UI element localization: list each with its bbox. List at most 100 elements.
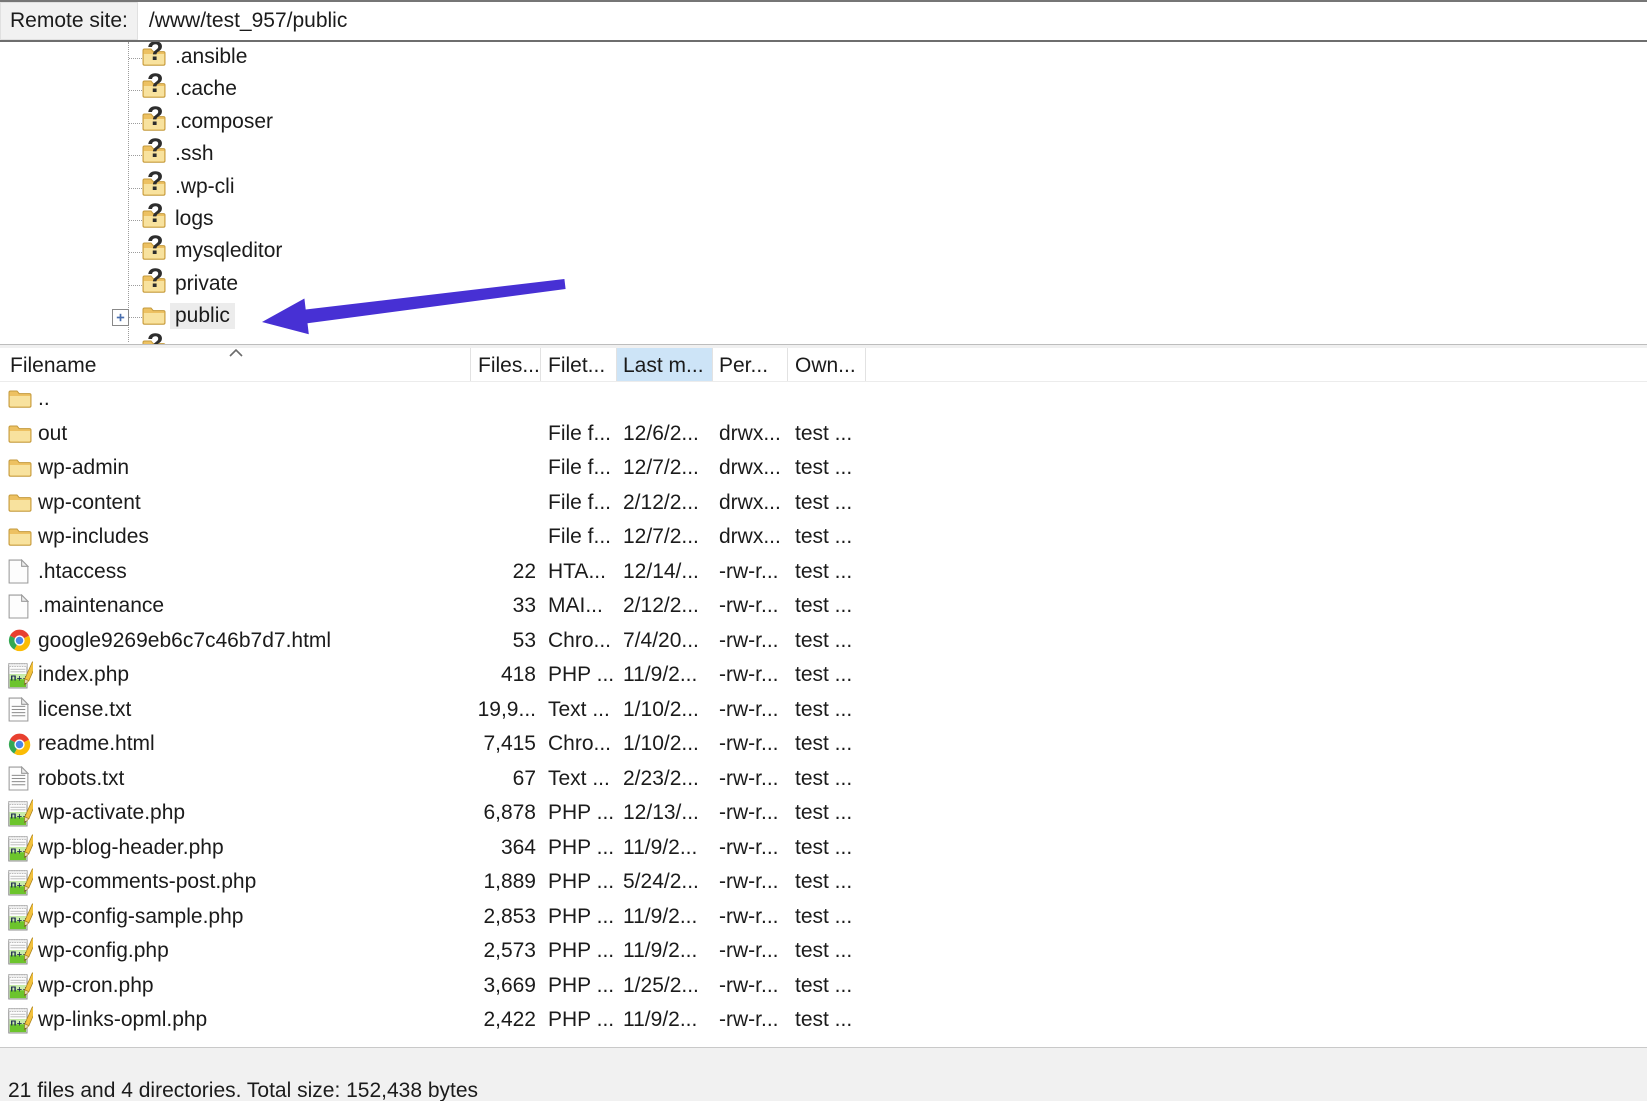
- folder-icon: [142, 306, 168, 328]
- permissions-cell: -rw-r...: [719, 629, 778, 653]
- filetype-cell: File f...: [548, 525, 611, 549]
- tree-item-private[interactable]: ? private: [0, 269, 1647, 302]
- file-row-..[interactable]: ..: [0, 382, 1647, 417]
- tree-item-.wp-cli[interactable]: ? .wp-cli: [0, 172, 1647, 205]
- folder-icon: [8, 493, 32, 513]
- permissions-cell: -rw-r...: [719, 1008, 778, 1032]
- file-row-wp-activate.php[interactable]: Π++ wp-activate.php 6,878 PHP ... 12/13/…: [0, 796, 1647, 831]
- filetype-cell: Text ...: [548, 767, 610, 791]
- filename-cell: .maintenance: [38, 594, 164, 618]
- file-row-readme.html[interactable]: readme.html 7,415 Chro... 1/10/2... -rw-…: [0, 727, 1647, 762]
- column-header-lastm[interactable]: Last m...: [623, 354, 704, 378]
- filetype-cell: PHP ...: [548, 1008, 614, 1032]
- chrome-icon: [8, 629, 31, 652]
- column-resize-handle[interactable]: [787, 348, 788, 381]
- column-header-own[interactable]: Own...: [795, 354, 856, 378]
- last-modified-cell: 12/7/2...: [623, 456, 699, 480]
- remote-site-path-input[interactable]: /www/test_957/public: [138, 2, 1647, 40]
- filesize-cell: 2,853: [428, 905, 536, 929]
- filesize-cell: 22: [428, 560, 536, 584]
- file-row-license.txt[interactable]: license.txt 19,9... Text ... 1/10/2... -…: [0, 693, 1647, 728]
- filetype-cell: Chro...: [548, 629, 611, 653]
- filetype-cell: PHP ...: [548, 870, 614, 894]
- owner-cell: test ...: [795, 525, 852, 549]
- expand-toggle-icon[interactable]: [112, 309, 129, 326]
- last-modified-cell: 11/9/2...: [623, 939, 697, 963]
- filename-cell: wp-activate.php: [38, 801, 185, 825]
- file-row-wp-config.php[interactable]: Π++ wp-config.php 2,573 PHP ... 11/9/2..…: [0, 934, 1647, 969]
- blank-document-icon: [8, 594, 29, 619]
- permissions-cell: -rw-r...: [719, 974, 778, 998]
- tree-item-label: .wp-cli: [175, 175, 235, 199]
- file-type-icon: [8, 523, 34, 551]
- permissions-cell: -rw-r...: [719, 663, 778, 687]
- filename-cell: wp-cron.php: [38, 974, 154, 998]
- tree-item-.ansible[interactable]: ? .ansible: [0, 42, 1647, 75]
- file-row-wp-config-sample.php[interactable]: Π++ wp-config-sample.php 2,853 PHP ... 1…: [0, 900, 1647, 935]
- column-header-filename[interactable]: Filename: [10, 354, 96, 378]
- owner-cell: test ...: [795, 663, 852, 687]
- file-row-wp-blog-header.php[interactable]: Π++ wp-blog-header.php 364 PHP ... 11/9/…: [0, 831, 1647, 866]
- permissions-cell: -rw-r...: [719, 698, 778, 722]
- file-type-icon: [8, 696, 34, 724]
- permissions-cell: drwx...: [719, 422, 781, 446]
- filesize-cell: 364: [428, 836, 536, 860]
- column-header-files[interactable]: Files...: [478, 354, 540, 378]
- file-type-icon: [8, 627, 34, 655]
- php-file-icon: Π++: [8, 937, 33, 965]
- file-row-google9269eb6c7c46b7d7.html[interactable]: google9269eb6c7c46b7d7.html 53 Chro... 7…: [0, 624, 1647, 659]
- file-row-.htaccess[interactable]: .htaccess 22 HTA... 12/14/... -rw-r... t…: [0, 555, 1647, 590]
- tree-item-label: .composer: [175, 110, 273, 134]
- tree-item-.ssh[interactable]: ? .ssh: [0, 139, 1647, 172]
- tree-item-label: .ssh: [175, 142, 214, 166]
- folder-icon: ?: [142, 209, 168, 231]
- column-header-filet[interactable]: Filet...: [548, 354, 605, 378]
- owner-cell: test ...: [795, 939, 852, 963]
- file-row-index.php[interactable]: Π++ index.php 418 PHP ... 11/9/2... -rw-…: [0, 658, 1647, 693]
- tree-item-.composer[interactable]: ? .composer: [0, 107, 1647, 140]
- column-resize-handle[interactable]: [712, 348, 713, 381]
- last-modified-cell: 2/12/2...: [623, 594, 699, 618]
- file-row-wp-admin[interactable]: wp-admin File f... 12/7/2... drwx... tes…: [0, 451, 1647, 486]
- column-resize-handle[interactable]: [616, 348, 617, 381]
- file-row-out[interactable]: out File f... 12/6/2... drwx... test ...: [0, 417, 1647, 452]
- last-modified-cell: 11/9/2...: [623, 1008, 697, 1032]
- file-row-wp-links-opml.php[interactable]: Π++ wp-links-opml.php 2,422 PHP ... 11/9…: [0, 1003, 1647, 1038]
- remote-site-bar: Remote site: /www/test_957/public: [0, 0, 1647, 42]
- tree-item-label: logs: [175, 207, 214, 231]
- permissions-cell: drwx...: [719, 491, 781, 515]
- last-modified-cell: 2/12/2...: [623, 491, 699, 515]
- file-list-header: Filename Files... Filet... Last m... Per... O…: [0, 348, 1647, 382]
- tree-item-logs[interactable]: ? logs: [0, 204, 1647, 237]
- file-row-wp-content[interactable]: wp-content File f... 2/12/2... drwx... t…: [0, 486, 1647, 521]
- column-resize-handle[interactable]: [540, 348, 541, 381]
- filesize-cell: 418: [428, 663, 536, 687]
- file-row-.maintenance[interactable]: .maintenance 33 MAI... 2/12/2... -rw-r..…: [0, 589, 1647, 624]
- file-type-icon: [8, 489, 34, 517]
- file-row-wp-includes[interactable]: wp-includes File f... 12/7/2... drwx... …: [0, 520, 1647, 555]
- last-modified-cell: 2/23/2...: [623, 767, 699, 791]
- file-row-wp-cron.php[interactable]: Π++ wp-cron.php 3,669 PHP ... 1/25/2... …: [0, 969, 1647, 1004]
- last-modified-cell: 12/14/...: [623, 560, 699, 584]
- column-header-per[interactable]: Per...: [719, 354, 768, 378]
- owner-cell: test ...: [795, 836, 852, 860]
- owner-cell: test ...: [795, 870, 852, 894]
- tree-item-public[interactable]: public: [0, 301, 1647, 334]
- filesize-cell: 19,9...: [428, 698, 536, 722]
- tree-item-mysqleditor[interactable]: ? mysqleditor: [0, 236, 1647, 269]
- column-resize-handle[interactable]: [470, 348, 471, 381]
- owner-cell: test ...: [795, 560, 852, 584]
- file-row-robots.txt[interactable]: robots.txt 67 Text ... 2/23/2... -rw-r..…: [0, 762, 1647, 797]
- filesize-cell: 3,669: [428, 974, 536, 998]
- last-modified-cell: 5/24/2...: [623, 870, 699, 894]
- file-type-icon: [8, 765, 34, 793]
- column-resize-handle[interactable]: [865, 348, 866, 381]
- owner-cell: test ...: [795, 732, 852, 756]
- permissions-cell: drwx...: [719, 525, 781, 549]
- file-row-wp-comments-post.php[interactable]: Π++ wp-comments-post.php 1,889 PHP ... 5…: [0, 865, 1647, 900]
- php-file-icon: Π++: [8, 972, 33, 1000]
- tree-item-partial[interactable]: ?: [0, 334, 1647, 345]
- last-modified-cell: 12/7/2...: [623, 525, 699, 549]
- tree-item-.cache[interactable]: ? .cache: [0, 74, 1647, 107]
- filetype-cell: File f...: [548, 456, 611, 480]
